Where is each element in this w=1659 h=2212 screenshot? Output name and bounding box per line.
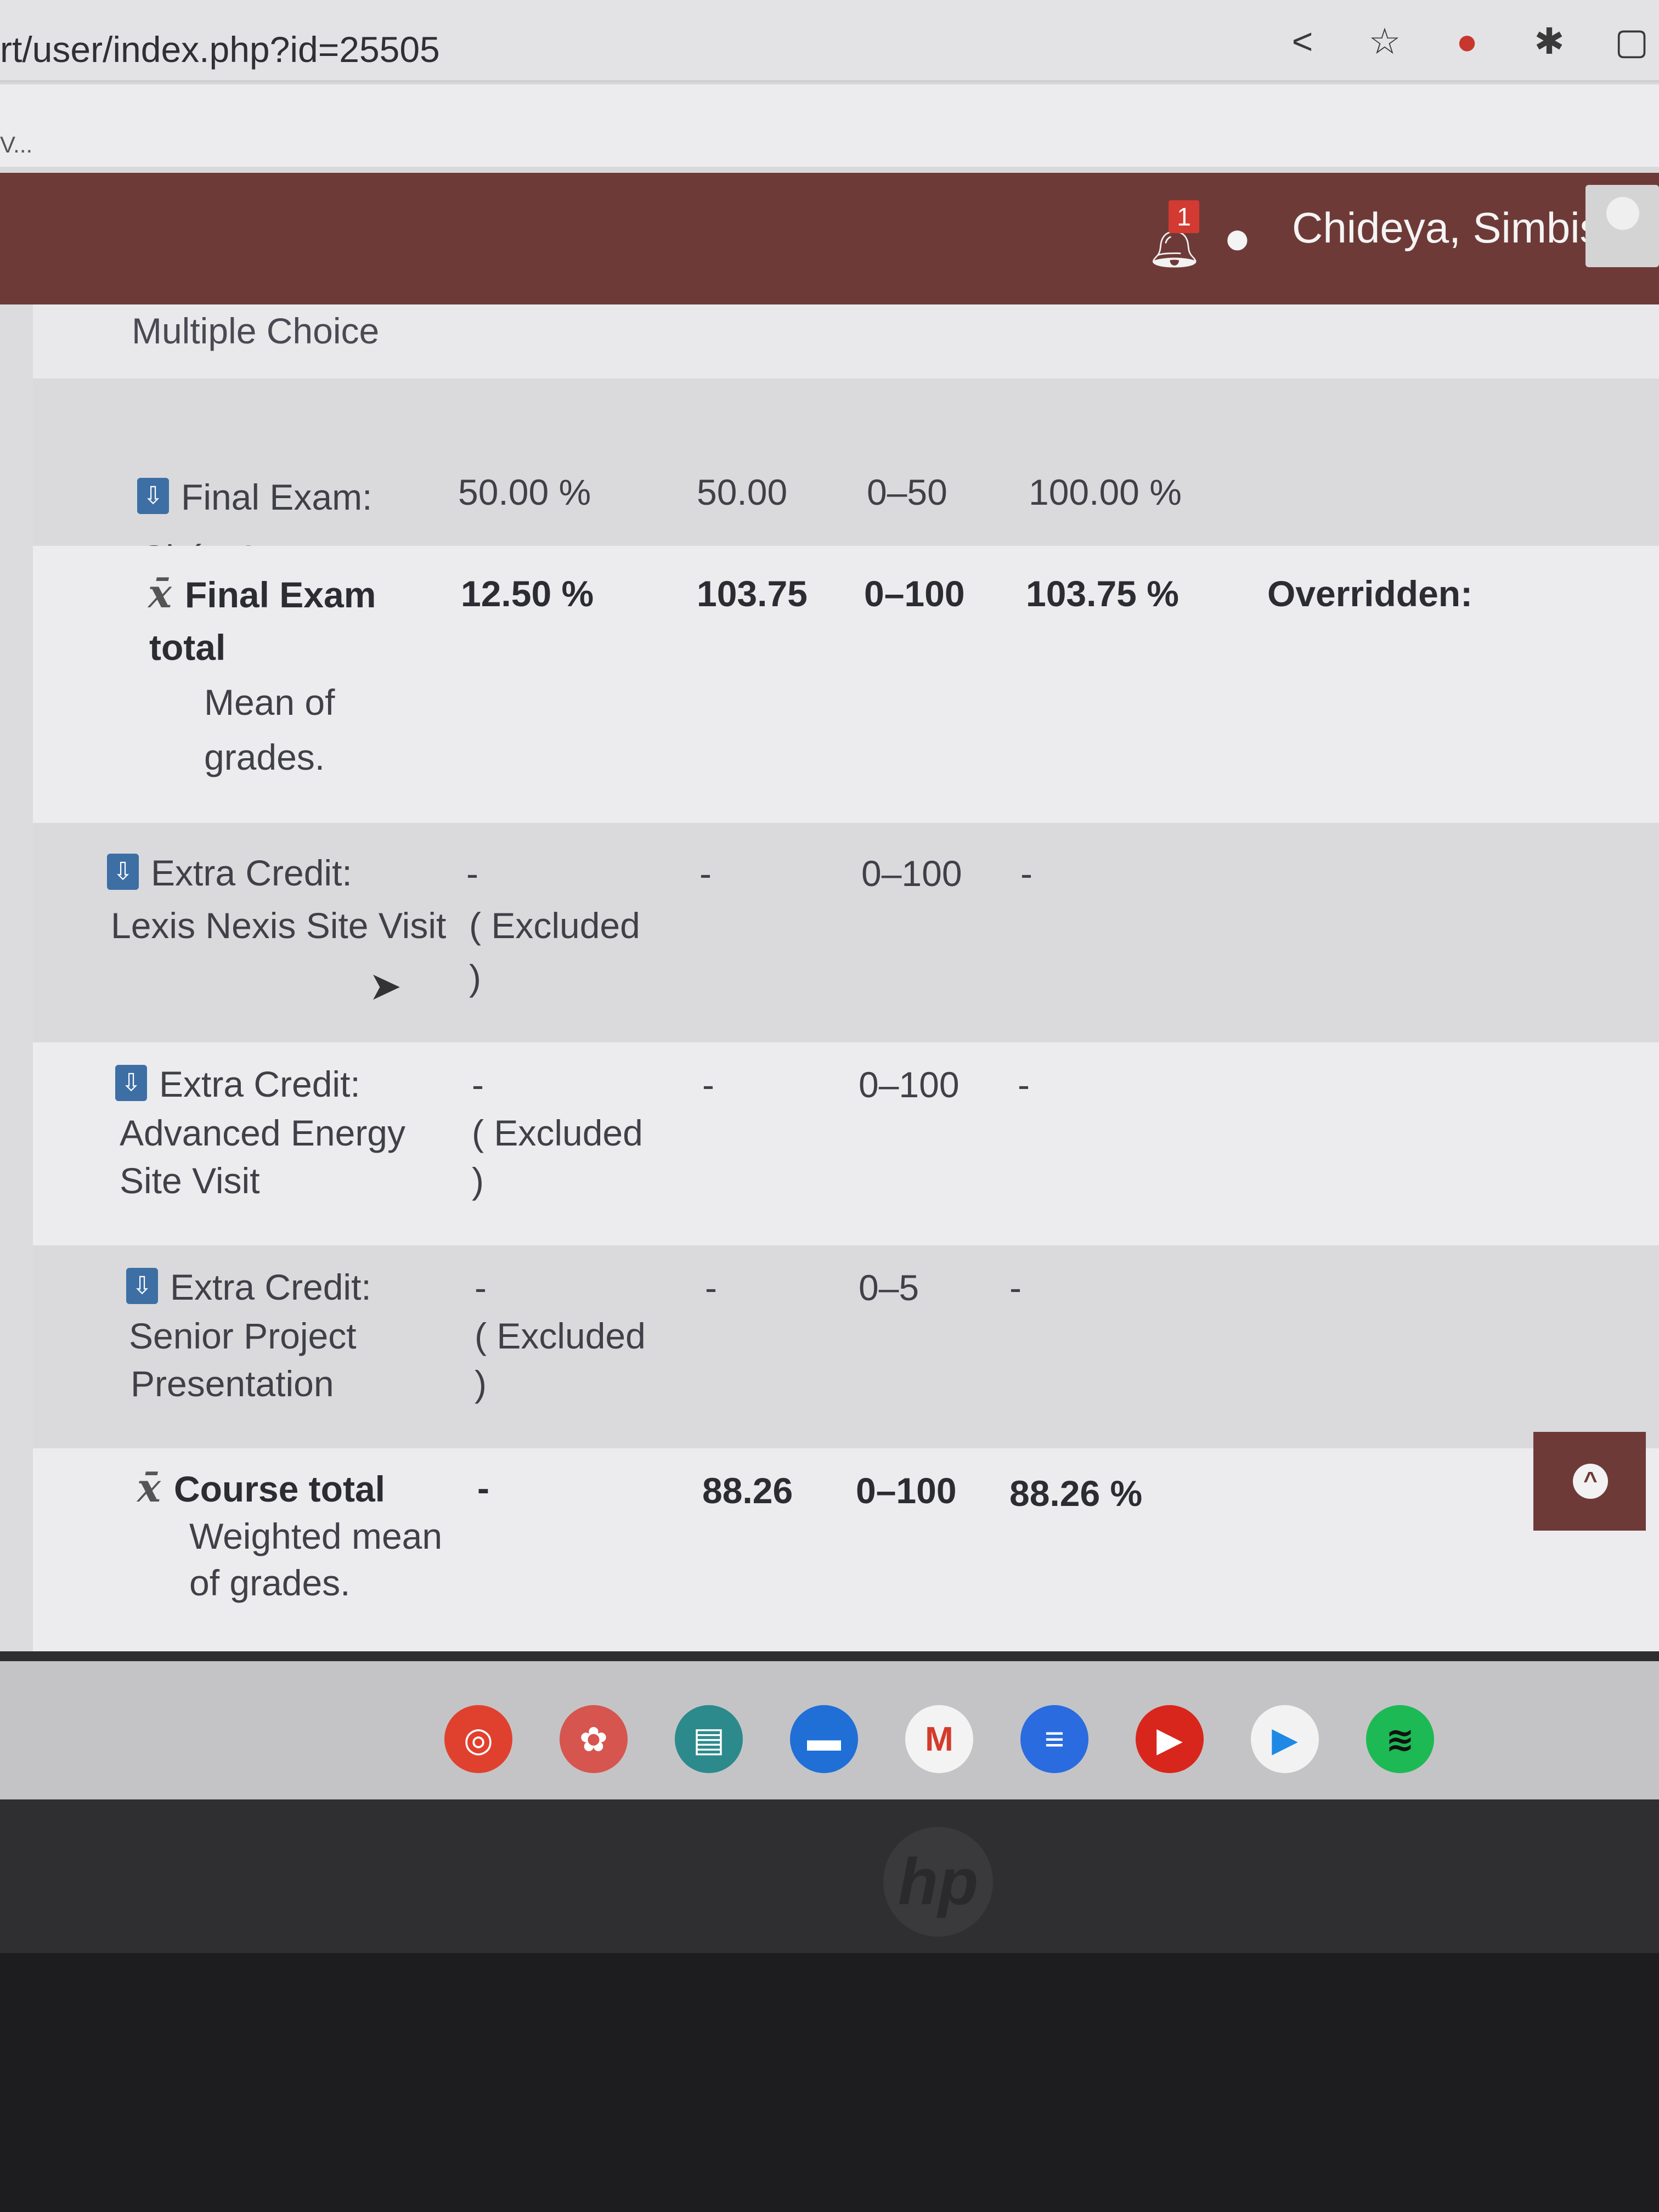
table-row: x̄ Course total Weighted mean of grades. … (33, 1448, 1659, 1651)
assignment-icon (107, 854, 139, 890)
table-row: x̄ Final Exam total Mean of grades. 12.50… (33, 546, 1659, 823)
grade-cell: - (699, 853, 712, 894)
excluded-label: ( Excluded (469, 905, 640, 946)
grade-cell: 50.00 (697, 472, 788, 512)
excluded-label: ( Excluded (472, 1113, 643, 1153)
table-row: Extra Credit: Advanced Energy Site Visit… (33, 1042, 1659, 1245)
hp-logo: hp (883, 1827, 993, 1937)
shelf-apps: ◎ ✿ ▤ ▬ M ≡ ▶ ▶ ≋ (444, 1705, 1434, 1773)
grade-cell: - (705, 1267, 717, 1308)
grade-cell: 103.75 (697, 573, 808, 614)
star-icon[interactable]: ☆ (1363, 19, 1407, 63)
item-name-line2: Senior Project (129, 1316, 357, 1356)
assignment-icon (115, 1065, 147, 1101)
browser-screen: rt/user/index.php?id=25505 < ☆ ● ✱ ▢ V..… (0, 0, 1659, 1679)
percentage-cell: - (1009, 1267, 1022, 1308)
percentage-cell: - (1018, 1064, 1030, 1105)
aggregation-label-line2: of grades. (189, 1562, 351, 1603)
item-name[interactable]: Extra Credit: (126, 1262, 371, 1312)
item-name: x̄ Final Exam (148, 570, 376, 617)
grade-cell: - (702, 1064, 714, 1105)
weight-cell: 12.50 % (461, 573, 594, 614)
range-cell: 0–100 (861, 853, 962, 894)
address-bar[interactable]: rt/user/index.php?id=25505 < ☆ ● ✱ ▢ (0, 0, 1659, 82)
chevron-up-icon: ^ (1573, 1464, 1608, 1499)
user-name[interactable]: Chideya, Simbiso (1292, 203, 1625, 253)
category-label: Multiple Choice (132, 311, 380, 351)
grade-table: Multiple Choice Final Exam: Shórt Answer… (33, 304, 1659, 1651)
table-row: Final Exam: Shórt Answer 50.00 % 50.00 0… (33, 379, 1659, 578)
opera-icon[interactable]: ● (1445, 19, 1489, 63)
docs-icon[interactable]: ≡ (1020, 1705, 1088, 1773)
os-shelf: ◎ ✿ ▤ ▬ M ≡ ▶ ▶ ≋ (0, 1651, 1659, 1799)
item-name-line2: Advanced Energy (120, 1113, 406, 1153)
item-name-line3: Site Visit (120, 1160, 260, 1201)
spotify-icon[interactable]: ≋ (1366, 1705, 1434, 1773)
weight-cell: - (475, 1267, 487, 1308)
classroom-icon[interactable]: ▤ (675, 1705, 743, 1773)
percentage-cell: - (1020, 853, 1032, 894)
excluded-label: ( Excluded (475, 1316, 646, 1356)
share-icon[interactable]: < (1280, 19, 1324, 63)
range-cell: 0–100 (856, 1470, 957, 1511)
url-text[interactable]: rt/user/index.php?id=25505 (0, 29, 440, 70)
item-name[interactable]: Final Exam: (137, 472, 372, 522)
aggregation-label: Mean of (204, 682, 335, 723)
chrome-icon[interactable]: ◎ (444, 1705, 512, 1773)
mean-icon: x̄ (137, 1464, 161, 1511)
percentage-cell: 88.26 % (1009, 1473, 1143, 1514)
play-store-icon[interactable]: ▶ (1251, 1705, 1319, 1773)
feedback-cell: Overridden: (1267, 573, 1473, 614)
grade-report: Multiple Choice Final Exam: Shórt Answer… (0, 304, 1659, 1651)
weight-cell: - (477, 1468, 489, 1508)
excluded-label-close: ) (469, 957, 481, 998)
bookmarks-bar: V... (0, 84, 1659, 167)
notification-badge: 1 (1169, 200, 1199, 233)
table-row: Extra Credit: Lexis Nexis Site Visit - (… (33, 823, 1659, 1042)
range-cell: 0–100 (864, 573, 965, 614)
excluded-label-close: ) (475, 1363, 487, 1404)
percentage-cell: 100.00 % (1029, 472, 1182, 512)
grade-cell: 88.26 (702, 1470, 793, 1511)
item-name-line2: Lexis Nexis Site Visit (111, 905, 447, 946)
mouse-cursor-icon: ➤ (369, 964, 402, 1008)
range-cell: 0–50 (867, 472, 947, 512)
chat-icon[interactable]: ● (1223, 211, 1251, 264)
avatar[interactable] (1585, 185, 1659, 267)
item-name-line3: Presentation (131, 1363, 334, 1404)
item-name[interactable]: Extra Credit: (115, 1059, 360, 1109)
mean-icon: x̄ (148, 570, 172, 617)
item-name[interactable]: Extra Credit: (107, 848, 352, 898)
notifications-button[interactable]: 🔔︎ 1 (1141, 195, 1203, 277)
laptop-base (0, 1953, 1659, 2212)
range-cell: 0–5 (859, 1267, 919, 1308)
range-cell: 0–100 (859, 1064, 960, 1105)
gmail-icon[interactable]: M (905, 1705, 973, 1773)
assignment-icon (126, 1268, 158, 1304)
bookmark-item[interactable]: V... (0, 132, 32, 158)
site-header: 🔔︎ 1 ● Chideya, Simbiso (0, 173, 1659, 304)
weight-cell: - (466, 853, 478, 894)
aggregation-label-line2: grades. (204, 737, 325, 777)
puzzle-icon[interactable]: ✱ (1527, 19, 1571, 63)
item-name-line2: total (149, 627, 226, 668)
files-icon[interactable]: ▬ (790, 1705, 858, 1773)
canvas-app-icon[interactable]: ✿ (560, 1705, 628, 1773)
assignment-icon (137, 478, 169, 514)
youtube-icon[interactable]: ▶ (1136, 1705, 1204, 1773)
browser-toolbar-icons: < ☆ ● ✱ ▢ (1280, 11, 1659, 71)
scroll-to-top-button[interactable]: ^ (1533, 1432, 1646, 1531)
percentage-cell: 103.75 % (1026, 573, 1179, 614)
item-name: x̄ Course total (137, 1464, 385, 1511)
weight-cell: 50.00 % (458, 472, 591, 512)
window-icon[interactable]: ▢ (1610, 19, 1654, 63)
weight-cell: - (472, 1064, 484, 1105)
table-row: Extra Credit: Senior Project Presentatio… (33, 1245, 1659, 1448)
excluded-label-close: ) (472, 1160, 484, 1201)
